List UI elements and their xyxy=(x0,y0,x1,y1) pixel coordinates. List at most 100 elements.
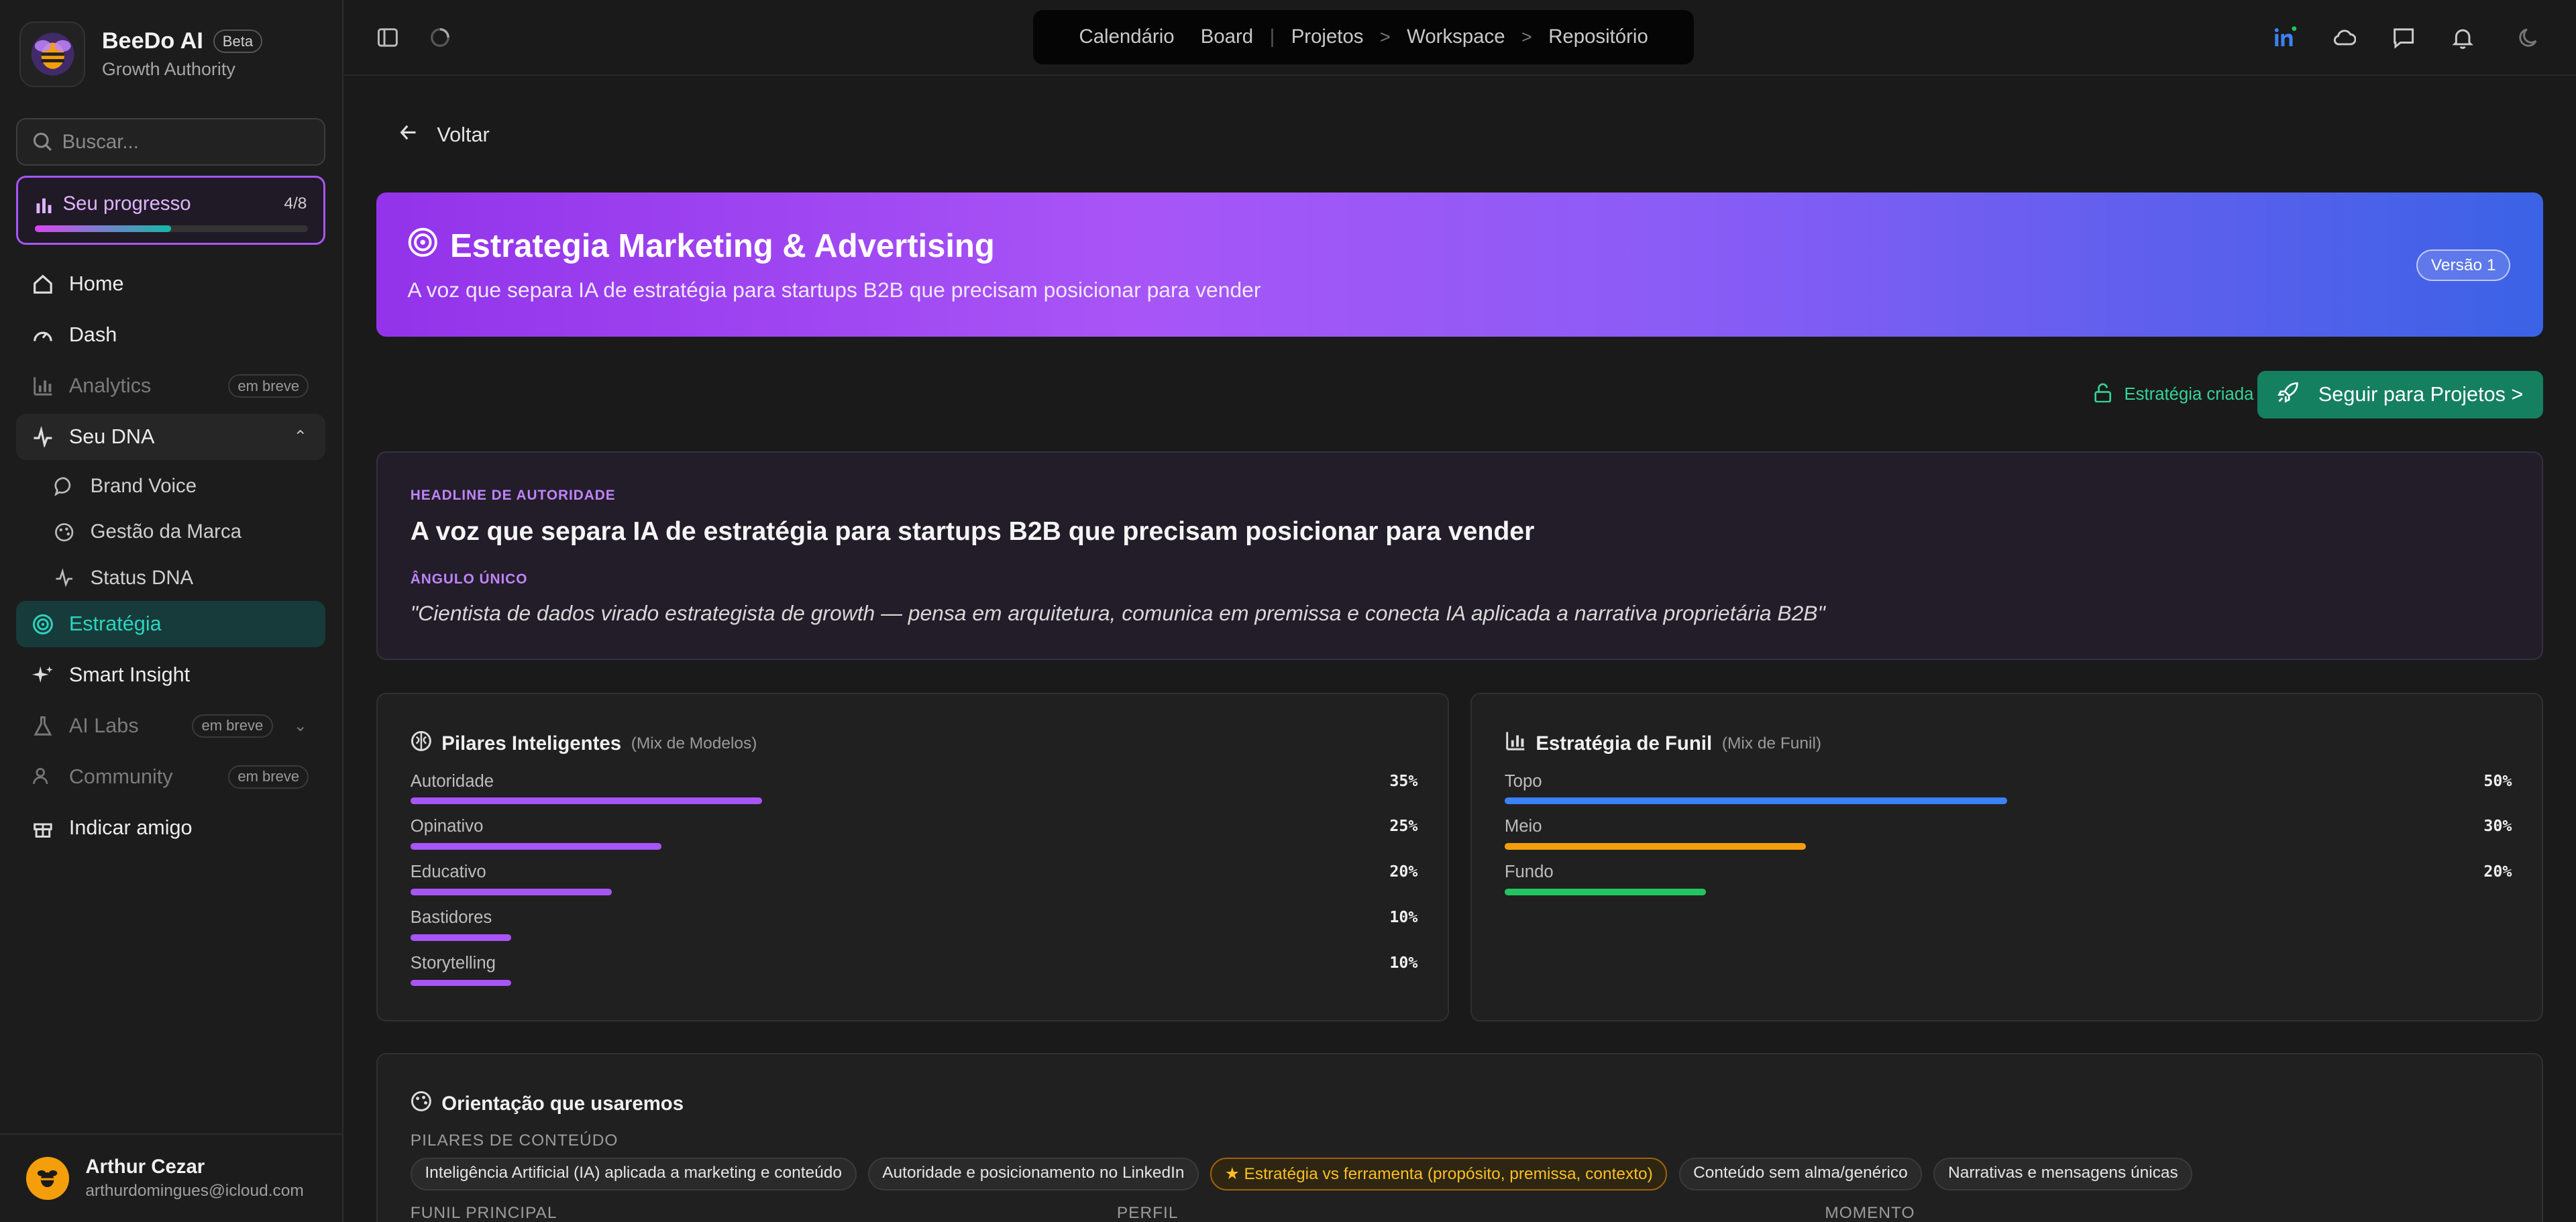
sidebar-subitem-status-dna[interactable]: Status DNA xyxy=(52,559,325,598)
user-profile[interactable]: Arthur Cezar arthurdomingues@icloud.com xyxy=(0,1133,343,1222)
sidebar-item-label: Gestão da Marca xyxy=(90,520,241,543)
bell-icon[interactable] xyxy=(2451,26,2474,50)
mix-row-bar-fill xyxy=(1504,797,2008,805)
sidebar-toggle-icon[interactable] xyxy=(376,26,399,49)
sidebar-item-analytics[interactable]: Analytics em breve xyxy=(16,363,325,409)
mix-row: Fundo 20% xyxy=(1504,863,2512,895)
mix-row-bar xyxy=(1504,843,2510,850)
mix-row-bar-fill xyxy=(1504,889,1706,895)
sidebar-item-label: Brand Voice xyxy=(90,474,197,497)
sidebar-item-label: Status DNA xyxy=(90,567,194,590)
mix-row-bar xyxy=(410,843,1416,850)
progress-card[interactable]: Seu progresso 4/8 xyxy=(16,176,325,245)
mix-row: Opinativo 25% xyxy=(410,817,1417,850)
content-pillar-chip[interactable]: Conteúdo sem alma/genérico xyxy=(1678,1158,1923,1190)
mix-row-bar-fill xyxy=(1504,843,1807,850)
main-funnel-label: FUNIL PRINCIPAL xyxy=(410,1203,557,1222)
sidebar-item-smart-insight[interactable]: Smart Insight xyxy=(16,652,325,698)
hero-title: Estrategia Marketing & Advertising xyxy=(449,228,995,265)
avatar xyxy=(26,1157,69,1200)
nav-arrow: > xyxy=(1379,26,1391,47)
app-subtitle: Growth Authority xyxy=(101,59,235,80)
gift-icon xyxy=(32,816,54,839)
mix-row-name: Storytelling xyxy=(410,953,496,973)
content-pillar-chip[interactable]: Narrativas e mensagens únicas xyxy=(1933,1158,2193,1190)
mix-row-name: Educativo xyxy=(410,863,486,882)
moon-icon[interactable] xyxy=(2517,26,2540,49)
search-input[interactable] xyxy=(62,130,309,154)
bar-chart-icon xyxy=(32,374,54,397)
nav-separator: | xyxy=(1269,25,1275,48)
mix-row-bar xyxy=(410,797,1416,805)
sparkle-icon xyxy=(32,663,54,686)
continue-to-projects-button[interactable]: Seguir para Projetos > xyxy=(2257,371,2544,419)
chat-bubble-icon xyxy=(52,476,75,496)
home-icon xyxy=(32,273,54,296)
coming-soon-badge: em breve xyxy=(228,374,309,398)
mix-row-bar-fill xyxy=(410,889,612,895)
progress-count: 4/8 xyxy=(284,195,307,213)
unlock-icon xyxy=(2093,383,2112,407)
authority-headline-card: HEADLINE DE AUTORIDADE A voz que separa … xyxy=(376,451,2544,661)
bar-chart-icon xyxy=(1505,730,1526,757)
back-label: Voltar xyxy=(437,123,490,146)
content-pillar-chip[interactable]: Inteligência Artificial (IA) aplicada a … xyxy=(410,1158,857,1190)
content-pillar-chip[interactable]: Autoridade e posicionamento no LinkedIn xyxy=(867,1158,1199,1190)
nav-repositorio[interactable]: Repositório xyxy=(1548,25,1648,48)
sidebar-item-home[interactable]: Home xyxy=(16,261,325,307)
brain-icon xyxy=(411,730,432,757)
mix-row-percent: 50% xyxy=(2483,771,2512,790)
cloud-icon[interactable] xyxy=(2333,26,2356,49)
chevron-down-icon: ⌄ xyxy=(293,717,307,736)
app-name: BeeDo AI xyxy=(101,28,203,54)
headline-label: HEADLINE DE AUTORIDADE xyxy=(410,487,616,503)
mix-row: Storytelling 10% xyxy=(410,953,1417,987)
mix-row-percent: 20% xyxy=(1389,863,1418,881)
nav-projetos[interactable]: Projetos xyxy=(1291,25,1364,48)
status-label: Estratégia criada xyxy=(2124,385,2254,404)
top-navigation: Calendário Board | Projetos > Workspace … xyxy=(1033,9,1694,64)
sidebar-item-estrategia[interactable]: Estratégia xyxy=(16,601,325,647)
mix-row-name: Fundo xyxy=(1504,863,1554,882)
sidebar-item-indicar-amigo[interactable]: Indicar amigo xyxy=(16,805,325,851)
sidebar-item-label: Analytics xyxy=(68,374,152,397)
dna-icon xyxy=(52,568,75,588)
palette-icon xyxy=(52,522,75,542)
sidebar-item-label: Community xyxy=(68,765,173,788)
orientation-title: Orientação que usaremos xyxy=(441,1092,684,1115)
sidebar-item-community[interactable]: Community em breve xyxy=(16,754,325,800)
sidebar-item-seu-dna[interactable]: Seu DNA ⌃ xyxy=(16,414,325,460)
message-icon[interactable] xyxy=(2392,26,2415,49)
back-button[interactable]: Voltar xyxy=(399,123,490,147)
loading-spinner-icon xyxy=(429,26,451,49)
palette-icon xyxy=(411,1091,432,1117)
nav-calendario[interactable]: Calendário xyxy=(1079,25,1175,48)
mix-row-bar-fill xyxy=(410,979,511,987)
sidebar-item-dash[interactable]: Dash xyxy=(16,312,325,358)
linkedin-icon[interactable] xyxy=(2273,26,2297,49)
sidebar-item-ai-labs[interactable]: AI Labs em breve ⌄ xyxy=(16,703,325,749)
bee-logo-icon xyxy=(19,21,86,87)
mix-row-bar xyxy=(410,934,1416,941)
mix-row-bar xyxy=(410,889,1416,895)
brand[interactable]: BeeDo AI Beta Growth Authority xyxy=(19,21,263,87)
mix-row-name: Opinativo xyxy=(410,817,484,836)
smart-pillars-panel: Pilares Inteligentes (Mix de Modelos) Au… xyxy=(376,693,1449,1022)
coming-soon-badge: em breve xyxy=(192,714,273,738)
nav-workspace[interactable]: Workspace xyxy=(1407,25,1505,48)
mix-row-name: Meio xyxy=(1504,817,1542,836)
sidebar-subitem-brand-voice[interactable]: Brand Voice xyxy=(52,467,325,506)
sidebar-subitem-gestao-marca[interactable]: Gestão da Marca xyxy=(52,512,325,552)
funnel-title: Estratégia de Funil xyxy=(1536,732,1713,755)
content-pillar-chip[interactable]: ★ Estratégia vs ferramenta (propósito, p… xyxy=(1210,1158,1668,1190)
nav-board[interactable]: Board xyxy=(1201,25,1253,48)
mix-row: Topo 50% xyxy=(1504,771,2512,805)
search-icon xyxy=(33,132,52,152)
mix-row: Autoridade 35% xyxy=(410,772,1417,805)
nav-arrow: > xyxy=(1521,26,1532,47)
rocket-icon xyxy=(2277,382,2299,408)
pillars-mix: (Mix de Modelos) xyxy=(631,734,757,753)
version-badge[interactable]: Versão 1 xyxy=(2416,249,2511,281)
moment-label: MOMENTO xyxy=(1825,1203,1915,1222)
headline-text: A voz que separa IA de estratégia para s… xyxy=(410,516,1535,546)
